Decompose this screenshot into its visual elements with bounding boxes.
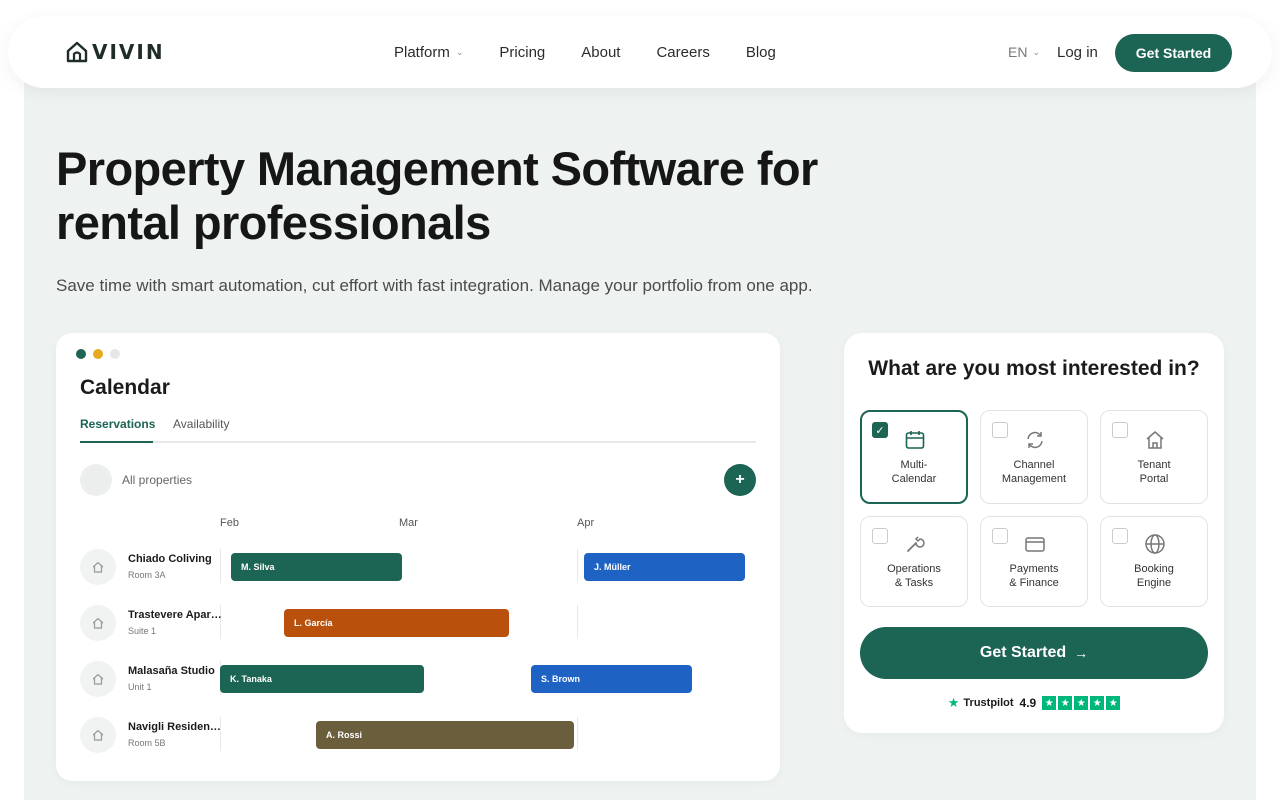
option-label: Channel Management [1001, 459, 1067, 485]
property-name[interactable]: Trastevere Apart… [128, 609, 222, 621]
trustpilot-star-icon: ★ [947, 695, 960, 710]
home-icon [80, 661, 116, 697]
home-icon [1146, 431, 1164, 449]
checkbox[interactable] [872, 528, 888, 544]
booking-bar[interactable]: J. Müller [584, 553, 745, 581]
sync-icon [1027, 431, 1043, 449]
booking-bar[interactable]: L. García [284, 609, 509, 637]
home-icon [80, 549, 116, 585]
rating-score: 4.9 [1019, 696, 1037, 710]
nav-link-blog[interactable]: Blog [746, 44, 776, 61]
property-unit: Room 3A [128, 570, 166, 580]
home-icon [80, 605, 116, 641]
logo-icon [66, 41, 88, 63]
star-icon: ★ [1106, 696, 1121, 710]
get-started-button[interactable]: Get Started → [860, 627, 1208, 679]
get-started-nav-button[interactable]: Get Started [1115, 34, 1232, 72]
rating-stars: ★ ★ ★ ★ ★ [1042, 696, 1121, 710]
top-navbar: VIVIN Platform ⌄ Pricing About Careers Bl… [8, 16, 1272, 88]
checkbox[interactable] [992, 528, 1008, 544]
checkbox[interactable] [1112, 422, 1128, 438]
trustpilot-brand: ★ Trustpilot [948, 695, 1014, 711]
window-dot-gray [110, 349, 120, 359]
page-title: Property Management Software for rental … [56, 142, 876, 250]
property-filter-avatar[interactable] [80, 464, 112, 496]
booking-bar[interactable]: S. Brown [531, 665, 692, 693]
star-icon: ★ [1074, 696, 1089, 710]
checkbox[interactable] [992, 422, 1008, 438]
booking-bar[interactable]: K. Tanaka [220, 665, 424, 693]
chevron-down-icon: ⌄ [1032, 46, 1040, 57]
window-dot-green [76, 349, 86, 359]
option-label: Multi- Calendar [891, 459, 937, 485]
calendar-card: Calendar Reservations Availability All p… [56, 333, 780, 781]
login-link[interactable]: Log in [1057, 16, 1098, 88]
option-label: Booking Engine [1134, 563, 1174, 589]
home-icon [80, 717, 116, 753]
trustpilot-rating[interactable]: ★ Trustpilot 4.9 ★ ★ ★ ★ ★ [844, 695, 1224, 711]
interest-card: What are you most interested in? ✓ Multi… [844, 333, 1224, 733]
property-unit: Suite 1 [128, 626, 157, 636]
option-channel-management[interactable]: Channel Management [980, 410, 1088, 504]
option-label: Payments & Finance [1009, 563, 1059, 589]
property-name[interactable]: Malasaña Studio [128, 665, 222, 677]
option-label: Tenant Portal [1137, 459, 1171, 485]
calendar-icon [905, 431, 925, 449]
headline-line-1: Property Management Software for [56, 142, 818, 195]
grid-line [577, 549, 578, 583]
nav-link-careers[interactable]: Careers [656, 44, 709, 61]
nav-link-pricing[interactable]: Pricing [499, 44, 545, 61]
grid-line [577, 717, 578, 751]
interest-title: What are you most interested in? [868, 357, 1200, 380]
option-multi-calendar[interactable]: ✓ Multi- Calendar [860, 410, 968, 504]
property-filter-label[interactable]: All properties [122, 473, 192, 487]
language-label: EN [1008, 44, 1028, 60]
logo[interactable]: VIVIN [66, 40, 165, 64]
checkbox-checked[interactable]: ✓ [872, 422, 888, 438]
month-label-feb: Feb [220, 517, 239, 529]
nav-link-platform[interactable]: Platform ⌄ [394, 44, 463, 61]
window-dot-yellow [93, 349, 103, 359]
calendar-title: Calendar [80, 376, 170, 399]
option-booking-engine[interactable]: Booking Engine [1100, 516, 1208, 607]
trustpilot-label: Trustpilot [963, 697, 1014, 709]
star-icon: ★ [1042, 696, 1057, 710]
grid-line [577, 605, 578, 639]
star-icon: ★ [1058, 696, 1073, 710]
option-payments-finance[interactable]: Payments & Finance [980, 516, 1088, 607]
property-unit: Unit 1 [128, 682, 152, 692]
property-unit: Room 5B [128, 738, 166, 748]
credit-card-icon [1025, 537, 1045, 552]
arrow-right-icon: → [1074, 645, 1089, 661]
nav-links: Platform ⌄ Pricing About Careers Blog [394, 16, 776, 88]
wrench-icon [907, 536, 925, 552]
checkbox[interactable] [1112, 528, 1128, 544]
month-label-mar: Mar [399, 517, 418, 529]
language-selector[interactable]: EN ⌄ [1008, 16, 1040, 88]
nav-link-about[interactable]: About [581, 44, 620, 61]
tab-reservations[interactable]: Reservations [80, 417, 155, 443]
headline-line-2: rental professionals [56, 196, 491, 249]
subheadline: Save time with smart automation, cut eff… [56, 276, 813, 295]
cta-label: Get Started [979, 644, 1067, 661]
tab-availability[interactable]: Availability [173, 417, 229, 443]
window-dots [76, 349, 120, 359]
add-reservation-button[interactable]: + [724, 464, 756, 496]
option-tenant-portal[interactable]: Tenant Portal [1100, 410, 1208, 504]
property-name[interactable]: Navigli Residence [128, 721, 222, 733]
month-label-apr: Apr [577, 517, 595, 529]
globe-icon [1145, 534, 1165, 554]
booking-bar[interactable]: A. Rossi [316, 721, 574, 749]
option-label: Operations & Tasks [887, 563, 941, 589]
logo-text: VIVIN [92, 40, 165, 64]
option-operations-tasks[interactable]: Operations & Tasks [860, 516, 968, 607]
property-name[interactable]: Chiado Coliving [128, 553, 222, 565]
star-icon: ★ [1090, 696, 1105, 710]
calendar-tabs: Reservations Availability [80, 417, 756, 443]
chevron-down-icon: ⌄ [455, 46, 464, 57]
booking-bar[interactable]: M. Silva [231, 553, 402, 581]
